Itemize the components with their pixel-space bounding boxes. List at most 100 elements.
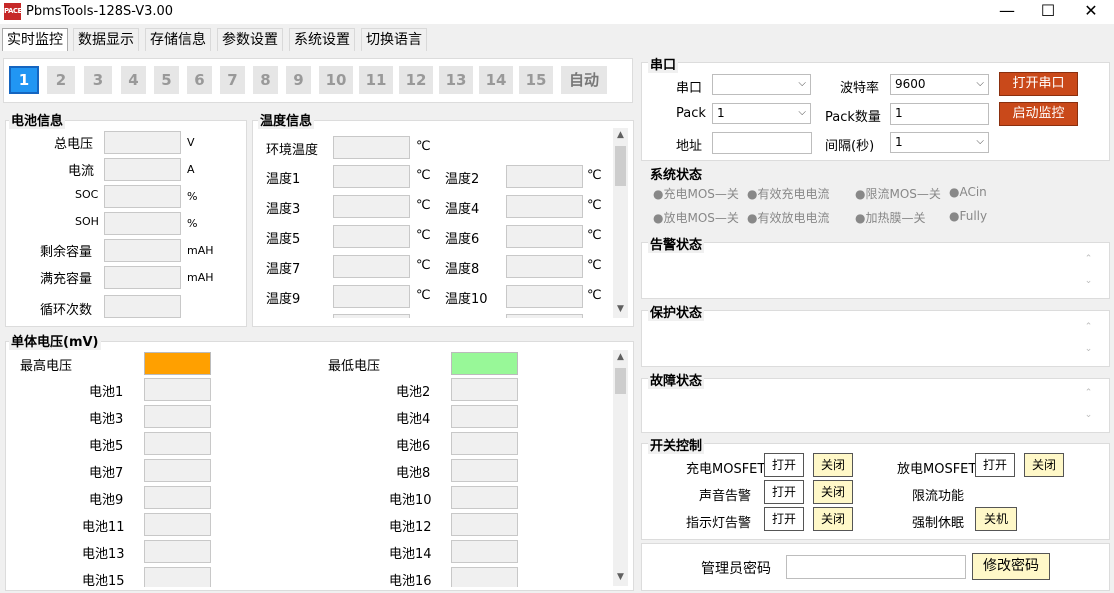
page-button-auto[interactable]: 自动: [561, 66, 607, 94]
scroll-up-icon[interactable]: ⌃: [1081, 254, 1096, 264]
temperature-scrollbar[interactable]: ▲ ▼: [613, 128, 628, 318]
cell4-field: [451, 405, 518, 428]
temp8-label: 温度8: [445, 262, 480, 277]
led-alarm-close-button[interactable]: 关闭: [813, 507, 853, 531]
led-alarm-open-button[interactable]: 打开: [764, 507, 804, 531]
scroll-up-icon[interactable]: ▲: [613, 130, 628, 140]
alarm-scrollbar[interactable]: ⌃ ⌄: [1081, 254, 1096, 292]
start-monitor-button[interactable]: 启动监控: [999, 102, 1078, 126]
tab-param-settings[interactable]: 参数设置: [217, 28, 283, 51]
change-password-button[interactable]: 修改密码: [972, 553, 1050, 580]
cell-voltage-title: 单体电压(mV): [9, 331, 101, 350]
cell10-field: [451, 486, 518, 509]
app-logo: PACE: [4, 3, 22, 20]
pack-select[interactable]: 1 ⌵: [712, 103, 811, 124]
pack-count-input[interactable]: 1: [890, 103, 989, 125]
page-button-3[interactable]: 3: [84, 66, 112, 94]
protect-scrollbar[interactable]: ⌃ ⌄: [1081, 322, 1096, 360]
scroll-up-icon[interactable]: ⌃: [1081, 388, 1096, 398]
admin-password-input[interactable]: [786, 555, 966, 579]
shutdown-button[interactable]: 关机: [975, 507, 1017, 531]
page-button-5[interactable]: 5: [154, 66, 179, 94]
page-button-7[interactable]: 7: [220, 66, 245, 94]
scroll-up-icon[interactable]: ⌃: [1081, 322, 1096, 332]
tab-realtime-monitor[interactable]: 实时监控: [2, 28, 68, 51]
total-voltage-label: 总电压: [54, 137, 94, 152]
fully-status: ●Fully: [949, 209, 988, 223]
force-sleep-label: 强制休眠: [912, 516, 965, 531]
cell8-field: [451, 459, 518, 482]
interval-select[interactable]: 1 ⌵: [890, 132, 989, 153]
page-button-9[interactable]: 9: [286, 66, 311, 94]
cell6-label: 电池6: [396, 439, 431, 454]
fault-status-box: [641, 378, 1110, 433]
temp6-unit: ℃: [587, 228, 602, 243]
buzzer-close-button[interactable]: 关闭: [813, 480, 853, 504]
scroll-thumb[interactable]: [615, 368, 626, 394]
scroll-down-icon[interactable]: ▼: [613, 304, 628, 314]
cell16-label: 电池16: [389, 574, 432, 589]
port-select[interactable]: ⌵: [712, 74, 811, 95]
remaining-capacity-unit: mAH: [187, 244, 214, 257]
baud-rate-select[interactable]: 9600 ⌵: [890, 74, 989, 95]
cell11-field: [144, 513, 211, 536]
page-button-1[interactable]: 1: [9, 66, 39, 94]
page-button-2[interactable]: 2: [47, 66, 75, 94]
maximize-button[interactable]: ☐: [1025, 0, 1071, 24]
tab-storage-info[interactable]: 存储信息: [145, 28, 211, 51]
scroll-down-icon[interactable]: ⌄: [1081, 410, 1096, 420]
page-button-14[interactable]: 14: [479, 66, 513, 94]
fault-scrollbar[interactable]: ⌃ ⌄: [1081, 388, 1096, 426]
min-voltage-label: 最低电压: [328, 359, 381, 374]
interval-value: 1: [895, 135, 903, 149]
temp2-unit: ℃: [587, 168, 602, 183]
acin-status: ●ACin: [949, 185, 987, 199]
page-button-6[interactable]: 6: [187, 66, 212, 94]
discharge-mosfet-open-button[interactable]: 打开: [975, 453, 1015, 477]
cycle-count-field: [104, 295, 181, 318]
temp5-label: 温度5: [266, 232, 301, 247]
temp1-unit: ℃: [416, 168, 431, 183]
tab-switch-language[interactable]: 切换语言: [361, 28, 427, 51]
close-button[interactable]: ✕: [1068, 0, 1114, 24]
heater-status: ●加热膜—关: [855, 211, 926, 225]
scroll-down-icon[interactable]: ⌄: [1081, 276, 1096, 286]
cell12-field: [451, 513, 518, 536]
min-voltage-field: [451, 352, 518, 375]
charge-mosfet-open-button[interactable]: 打开: [764, 453, 804, 477]
page-button-10[interactable]: 10: [319, 66, 353, 94]
page-button-8[interactable]: 8: [253, 66, 278, 94]
port-label: 串口: [676, 81, 703, 96]
cell7-label: 电池7: [89, 466, 124, 481]
page-button-13[interactable]: 13: [439, 66, 473, 94]
tab-data-display[interactable]: 数据显示: [73, 28, 139, 51]
tab-system-settings[interactable]: 系统设置: [289, 28, 355, 51]
discharge-mosfet-close-button[interactable]: 关闭: [1024, 453, 1064, 477]
scroll-down-icon[interactable]: ▼: [613, 572, 628, 582]
page-button-12[interactable]: 12: [399, 66, 433, 94]
protect-status-box: [641, 310, 1110, 367]
cell9-label: 电池9: [89, 493, 124, 508]
temp1-field: [333, 165, 410, 188]
page-button-4[interactable]: 4: [121, 66, 146, 94]
scroll-up-icon[interactable]: ▲: [613, 352, 628, 362]
full-capacity-unit: mAH: [187, 271, 214, 284]
open-port-button[interactable]: 打开串口: [999, 72, 1078, 96]
chevron-down-icon: ⌵: [798, 78, 806, 89]
minimize-button[interactable]: —: [984, 0, 1030, 24]
address-input[interactable]: [712, 132, 812, 154]
charge-mosfet-close-button[interactable]: 关闭: [813, 453, 853, 477]
page-button-15[interactable]: 15: [519, 66, 553, 94]
current-limit-mos-status: ●限流MOS—关: [855, 187, 941, 201]
buzzer-open-button[interactable]: 打开: [764, 480, 804, 504]
soc-unit: %: [187, 190, 198, 203]
chevron-down-icon: ⌵: [976, 78, 984, 89]
scroll-thumb[interactable]: [615, 146, 626, 186]
cell4-label: 电池4: [396, 412, 431, 427]
valid-charge-current-status: ●有效充电电流: [747, 187, 830, 201]
cell6-field: [451, 432, 518, 455]
page-button-11[interactable]: 11: [359, 66, 393, 94]
full-capacity-field: [104, 266, 181, 289]
cell-voltage-scrollbar[interactable]: ▲ ▼: [613, 350, 628, 586]
scroll-down-icon[interactable]: ⌄: [1081, 344, 1096, 354]
